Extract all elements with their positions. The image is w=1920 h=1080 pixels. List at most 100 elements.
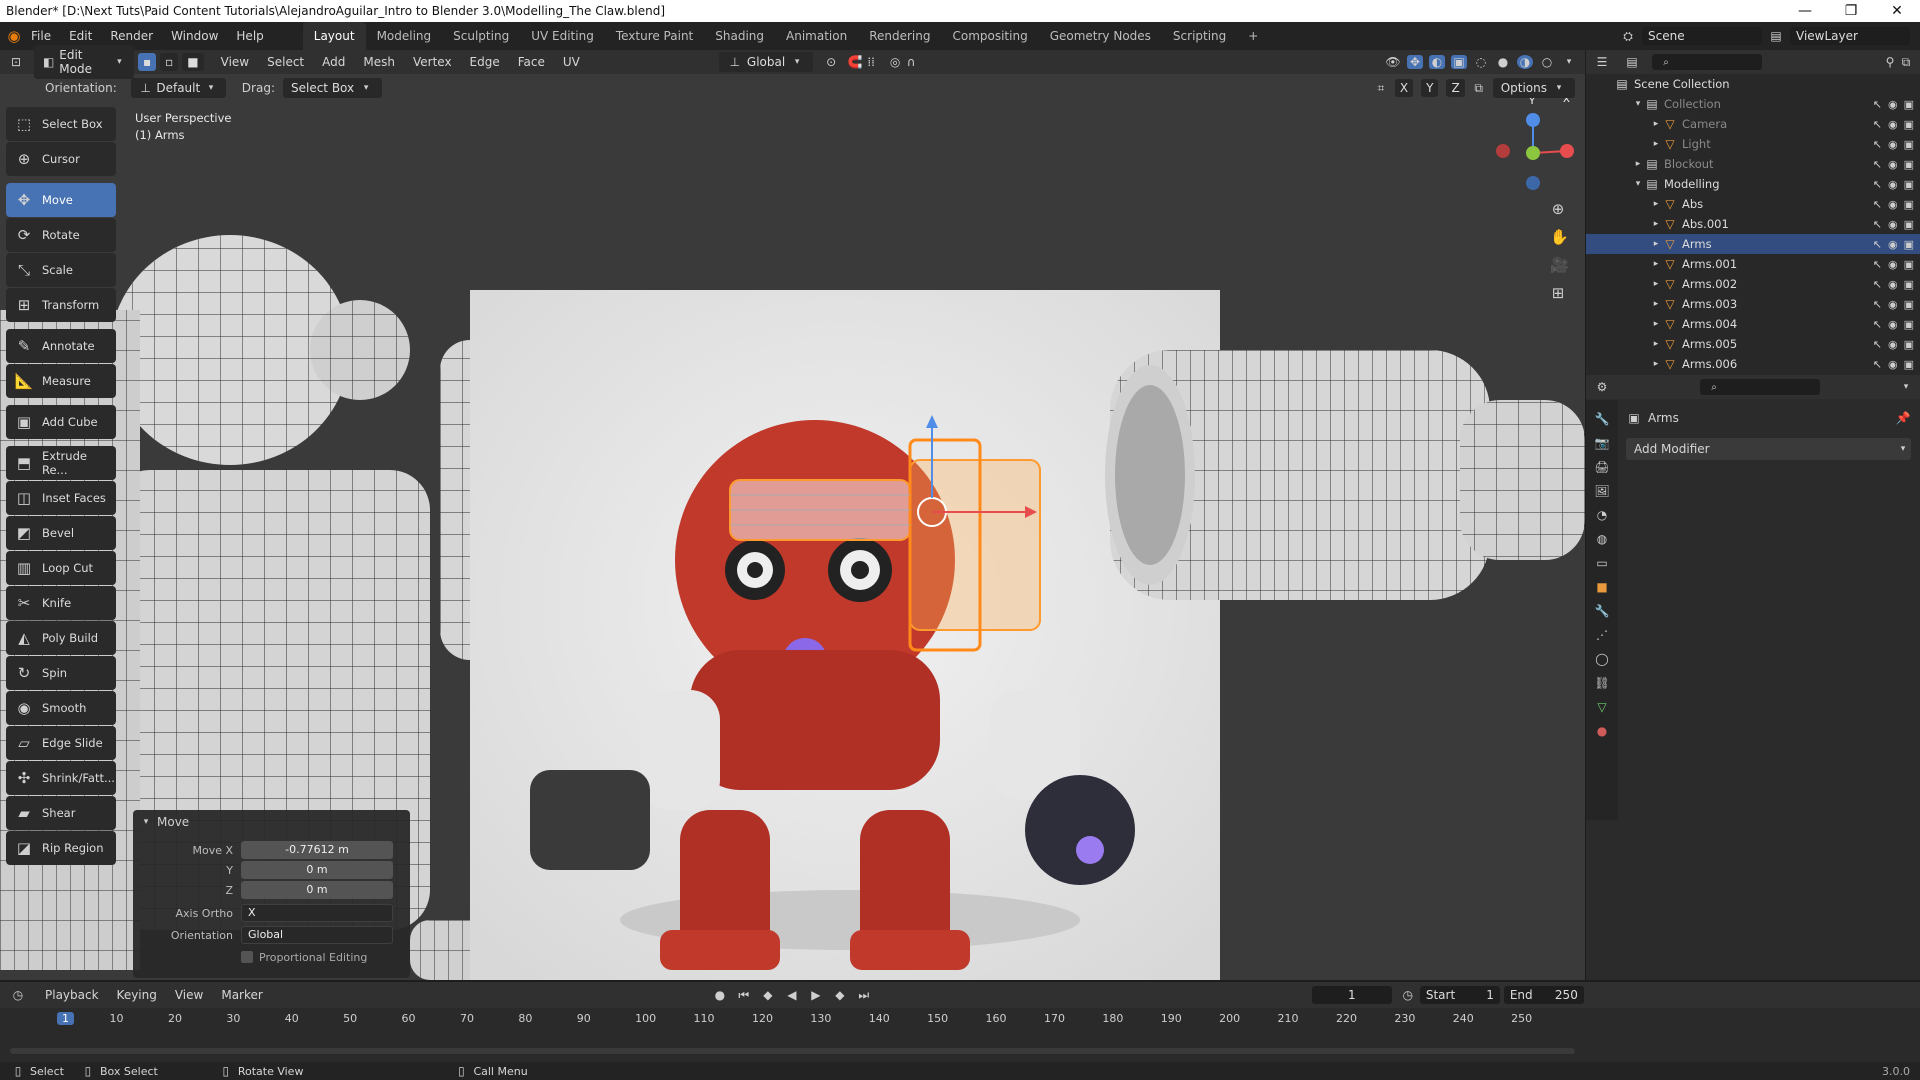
editor-type-icon[interactable]: ⊡: [8, 55, 24, 69]
outliner-item[interactable]: ▸ ▽ Arms.005 ↖ ◉ ▣: [1586, 334, 1920, 354]
rendered-shading-icon[interactable]: ○: [1539, 55, 1555, 69]
outliner-search-input[interactable]: ⌕: [1652, 54, 1762, 70]
display-mode-icon[interactable]: ▤: [1624, 55, 1640, 69]
tool-knife[interactable]: ✂ Knife: [6, 586, 116, 620]
eye-icon[interactable]: ◉: [1888, 158, 1898, 171]
material-tab-icon[interactable]: ●: [1594, 724, 1610, 738]
expand-arrow-icon[interactable]: ▸: [1650, 299, 1662, 309]
viewport-menu-face[interactable]: Face: [509, 55, 554, 69]
select-arrow-icon[interactable]: ↖: [1873, 138, 1882, 151]
outliner-item[interactable]: ▸ ▽ Light ↖ ◉ ▣: [1586, 134, 1920, 154]
drag-selector[interactable]: Select Box ▾: [282, 78, 383, 98]
jump-keyframe-back-icon[interactable]: ◆: [760, 988, 776, 1002]
axis-ortho-dropdown[interactable]: X: [241, 904, 393, 922]
tool-rip-region[interactable]: ◪ Rip Region: [6, 831, 116, 865]
expand-arrow-icon[interactable]: ▸: [1650, 119, 1662, 129]
tool-edge-slide[interactable]: ▱ Edge Slide: [6, 726, 116, 760]
record-icon[interactable]: ●: [712, 988, 728, 1002]
output-tab-icon[interactable]: 🖨: [1594, 460, 1610, 474]
workspace-tab-uv-editing[interactable]: UV Editing: [520, 22, 605, 50]
camera-icon[interactable]: ▣: [1904, 318, 1914, 331]
camera-icon[interactable]: ▣: [1904, 278, 1914, 291]
menu-help[interactable]: Help: [227, 29, 272, 43]
select-arrow-icon[interactable]: ↖: [1873, 118, 1882, 131]
tool-tab-icon[interactable]: 🔧: [1594, 412, 1610, 426]
mirror-icon[interactable]: ⌗: [1373, 81, 1389, 96]
viewport-menu-select[interactable]: Select: [258, 55, 313, 69]
workspace-tab-animation[interactable]: Animation: [775, 22, 858, 50]
viewport-menu-vertex[interactable]: Vertex: [404, 55, 461, 69]
particles-tab-icon[interactable]: ⋰: [1594, 628, 1610, 642]
tool-cursor[interactable]: ⊕ Cursor: [6, 142, 116, 176]
tool-move[interactable]: ✥ Move: [6, 183, 116, 217]
camera-icon[interactable]: ▣: [1904, 98, 1914, 111]
tool-smooth[interactable]: ◉ Smooth: [6, 691, 116, 725]
camera-icon[interactable]: ▣: [1904, 338, 1914, 351]
expand-arrow-icon[interactable]: ▸: [1650, 219, 1662, 229]
eye-icon[interactable]: ◉: [1888, 118, 1898, 131]
perspective-grid-icon[interactable]: ⊞: [1550, 284, 1566, 302]
outliner-item[interactable]: ▸ ▽ Arms.003 ↖ ◉ ▣: [1586, 294, 1920, 314]
eye-icon[interactable]: ◉: [1888, 178, 1898, 191]
scene-selector[interactable]: Scene: [1642, 27, 1762, 45]
outliner-item[interactable]: ▸ ▽ Abs ↖ ◉ ▣: [1586, 194, 1920, 214]
viewport-menu-add[interactable]: Add: [313, 55, 354, 69]
add-modifier-dropdown[interactable]: Add Modifier ▾: [1626, 438, 1911, 460]
move-z-field[interactable]: 0 m: [241, 881, 393, 899]
viewport-menu-view[interactable]: View: [212, 55, 258, 69]
eye-icon[interactable]: ◉: [1888, 318, 1898, 331]
tool-scale[interactable]: ⤡ Scale: [6, 253, 116, 287]
move-y-field[interactable]: 0 m: [241, 861, 393, 879]
menu-window[interactable]: Window: [162, 29, 227, 43]
jump-keyframe-forward-icon[interactable]: ◆: [832, 988, 848, 1002]
expand-arrow-icon[interactable]: ▸: [1650, 199, 1662, 209]
timeline-menu-keying[interactable]: Keying: [108, 988, 166, 1002]
workspace-tab-shading[interactable]: Shading: [704, 22, 775, 50]
object-tab-icon[interactable]: ■: [1594, 580, 1610, 594]
snap-target-icon[interactable]: ⁞⁞: [863, 55, 879, 69]
outliner-scene-collection[interactable]: ▤ Scene Collection: [1586, 74, 1920, 94]
viewport-menu-edge[interactable]: Edge: [461, 55, 509, 69]
pivot-point-icon[interactable]: ⊙: [823, 55, 839, 69]
expand-arrow-icon[interactable]: ▾: [1632, 99, 1644, 109]
gizmos-icon[interactable]: ✥: [1407, 55, 1423, 69]
workspace-tab-sculpting[interactable]: Sculpting: [442, 22, 520, 50]
end-frame-field[interactable]: End 250: [1503, 986, 1584, 1004]
tool-spin[interactable]: ↻ Spin: [6, 656, 116, 690]
close-button[interactable]: ✕: [1874, 3, 1920, 19]
visibility-icon[interactable]: 👁: [1385, 55, 1401, 69]
minimize-button[interactable]: —: [1782, 3, 1828, 19]
constraints-tab-icon[interactable]: ⛓: [1594, 676, 1610, 690]
viewport-menu-mesh[interactable]: Mesh: [354, 55, 404, 69]
timeline-scrollbar[interactable]: [10, 1048, 1575, 1054]
outliner-item[interactable]: ▸ ▤ Blockout ↖ ◉ ▣: [1586, 154, 1920, 174]
camera-icon[interactable]: ▣: [1904, 258, 1914, 271]
maximize-button[interactable]: ❐: [1828, 3, 1874, 19]
camera-icon[interactable]: ▣: [1904, 158, 1914, 171]
eye-icon[interactable]: ◉: [1888, 98, 1898, 111]
select-arrow-icon[interactable]: ↖: [1873, 98, 1882, 111]
jump-start-icon[interactable]: ⏮: [736, 988, 752, 1003]
camera-icon[interactable]: ▣: [1904, 238, 1914, 251]
properties-search-input[interactable]: ⌕: [1700, 379, 1820, 395]
tool-shrink-fatten[interactable]: ✣ Shrink/Fatt...: [6, 761, 116, 795]
select-arrow-icon[interactable]: ↖: [1873, 158, 1882, 171]
tool-loop-cut[interactable]: ▥ Loop Cut: [6, 551, 116, 585]
world-tab-icon[interactable]: ◍: [1594, 532, 1610, 546]
edge-select-mode-button[interactable]: ▫: [160, 53, 179, 71]
eye-icon[interactable]: ◉: [1888, 198, 1898, 211]
material-shading-icon[interactable]: ◑: [1517, 55, 1533, 69]
outliner-item[interactable]: ▸ ▽ Arms.004 ↖ ◉ ▣: [1586, 314, 1920, 334]
pan-hand-icon[interactable]: ✋: [1550, 228, 1569, 246]
menu-file[interactable]: File: [22, 29, 60, 43]
select-arrow-icon[interactable]: ↖: [1873, 358, 1882, 371]
outliner-item[interactable]: ▸ ▽ Arms.002 ↖ ◉ ▣: [1586, 274, 1920, 294]
expand-arrow-icon[interactable]: ▸: [1632, 159, 1644, 169]
outliner-item[interactable]: ▸ ▽ Abs.001 ↖ ◉ ▣: [1586, 214, 1920, 234]
chevron-down-icon[interactable]: ▾: [1561, 57, 1577, 67]
collection-tab-icon[interactable]: ▭: [1594, 556, 1610, 570]
camera-icon[interactable]: ▣: [1904, 298, 1914, 311]
outliner-item[interactable]: ▾ ▤ Modelling ↖ ◉ ▣: [1586, 174, 1920, 194]
expand-arrow-icon[interactable]: ▸: [1650, 239, 1662, 249]
scene-tab-icon[interactable]: ◔: [1594, 508, 1610, 522]
